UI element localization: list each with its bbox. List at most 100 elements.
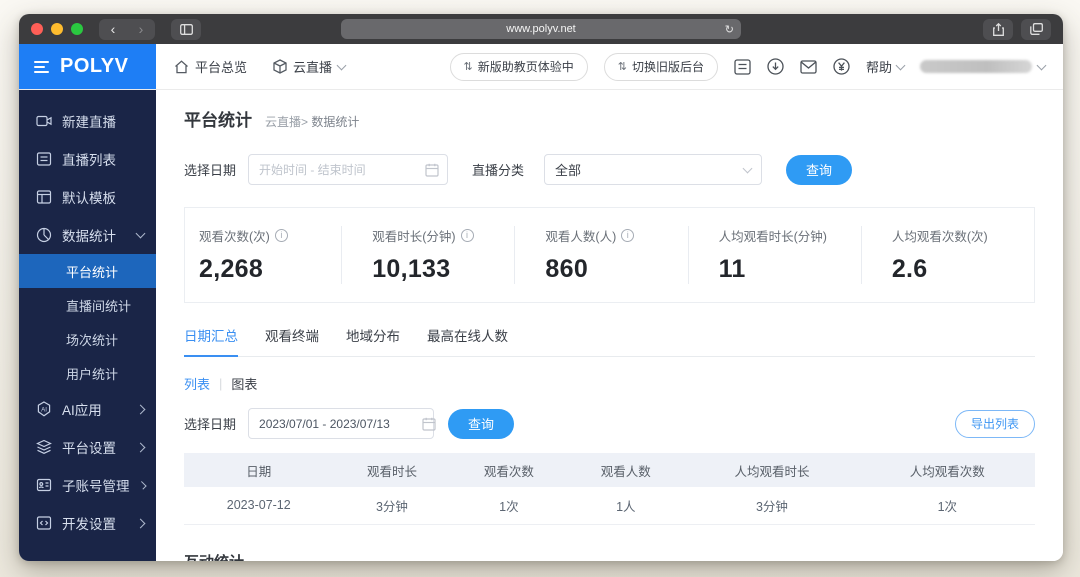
- close-window-button[interactable]: [31, 23, 43, 35]
- billing-icon[interactable]: [833, 58, 850, 75]
- zoom-window-button[interactable]: [71, 23, 83, 35]
- help-menu[interactable]: 帮助: [866, 57, 906, 76]
- share-button[interactable]: [983, 18, 1013, 40]
- toggle-chart-view[interactable]: 图表: [231, 374, 257, 393]
- video-camera-icon: [36, 115, 52, 127]
- sidebar-label: 平台设置: [62, 441, 116, 456]
- chevron-right-icon: [135, 442, 146, 452]
- stats-summary-card: 观看次数(次) i 2,268 观看时长(分钟) i 10,133 观看人数(人) i…: [184, 207, 1035, 303]
- account-name-masked: [920, 60, 1032, 73]
- code-icon: [36, 516, 52, 530]
- date-summary-table: 日期 观看时长 观看次数 观看人数 人均观看时长 人均观看次数 2023-07-…: [184, 453, 1035, 525]
- notice-icon[interactable]: [734, 58, 751, 75]
- sidebar-item-live-list[interactable]: 直播列表: [19, 140, 156, 178]
- sidebar-toggle-button[interactable]: [171, 18, 201, 40]
- chevron-down-icon: [1036, 60, 1047, 70]
- download-icon[interactable]: [767, 58, 784, 75]
- th-view-duration: 观看时长: [333, 453, 451, 487]
- forward-button[interactable]: ›: [127, 19, 155, 40]
- sidebar-item-new-live[interactable]: 新建直播: [19, 102, 156, 140]
- tab-peak-online[interactable]: 最高在线人数: [427, 325, 508, 356]
- sidebar-subitem-session-statistics[interactable]: 场次统计: [19, 322, 156, 356]
- query-button[interactable]: 查询: [786, 154, 853, 185]
- pill-label: 切换旧版后台: [631, 60, 704, 74]
- sidebar-sublabel: 场次统计: [66, 332, 119, 348]
- sidebar-item-platform-settings[interactable]: 平台设置: [19, 428, 156, 466]
- date-range2-field: [248, 408, 436, 439]
- tab-region-distribution[interactable]: 地域分布: [346, 325, 400, 356]
- tabs-icon: [1029, 23, 1043, 35]
- top-nav: 平台总览 云直播 ⇅ 新版助教页体验中 ⇅ 切换旧版后台 帮助: [156, 44, 1063, 89]
- tab-view-terminal[interactable]: 观看终端: [265, 325, 319, 356]
- category-value: 全部: [555, 163, 582, 178]
- chevron-down-icon: [742, 163, 753, 173]
- th-avg-views: 人均观看次数: [859, 453, 1035, 487]
- back-button[interactable]: ‹: [99, 19, 127, 40]
- sidebar: 新建直播 直播列表 默认模板 数据统计 平台统计 直播间统计 场次统计 用户统计…: [19, 90, 156, 561]
- sidebar-subitem-user-statistics[interactable]: 用户统计: [19, 356, 156, 390]
- account-menu[interactable]: [920, 60, 1047, 73]
- app-header: POLYV 平台总览 云直播 ⇅ 新版助教页体验中 ⇅ 切换旧版后台 帮助: [19, 44, 1063, 90]
- breadcrumb-parent[interactable]: 云直播: [265, 115, 301, 129]
- export-list-button[interactable]: 导出列表: [954, 409, 1035, 438]
- home-icon: [175, 59, 188, 73]
- desktop-background: ‹ › www.polyv.net ↻ POLYV 平台总览 云直播 ⇅ 新版助…: [0, 0, 1080, 577]
- stat-value: 2,268: [199, 255, 264, 283]
- stat-value: 11: [718, 255, 746, 283]
- date-range-input[interactable]: [249, 155, 426, 184]
- sidebar-sublabel: 用户统计: [66, 366, 119, 382]
- date-range2-input[interactable]: [249, 409, 423, 438]
- menu-collapse-icon[interactable]: [34, 60, 49, 73]
- query2-button[interactable]: 查询: [448, 408, 515, 439]
- address-bar[interactable]: www.polyv.net ↻: [341, 19, 741, 39]
- table-filter-row: 选择日期 查询 导出列表: [184, 408, 1035, 439]
- sidebar-item-developer-settings[interactable]: 开发设置: [19, 504, 156, 542]
- chevron-right-icon: [135, 518, 146, 528]
- sidebar-item-ai-apps[interactable]: AI AI应用: [19, 390, 156, 428]
- category-filter-label: 直播分类: [472, 163, 525, 178]
- sidebar-subitem-room-statistics[interactable]: 直播间统计: [19, 288, 156, 322]
- sidebar-label: 数据统计: [62, 229, 116, 244]
- sidebar-subitem-platform-statistics[interactable]: 平台统计: [19, 254, 156, 288]
- info-icon[interactable]: i: [274, 229, 288, 242]
- stat-value: 860: [545, 255, 589, 283]
- sidebar-label: 开发设置: [62, 517, 116, 532]
- reload-icon[interactable]: ↻: [725, 23, 734, 36]
- sidebar-item-default-template[interactable]: 默认模板: [19, 178, 156, 216]
- list-icon: [36, 152, 52, 166]
- toggle-list-view[interactable]: 列表: [184, 374, 210, 393]
- category-select[interactable]: 全部: [544, 154, 763, 185]
- th-avg-duration: 人均观看时长: [684, 453, 860, 487]
- stat-label: 人均观看次数(次): [891, 230, 988, 244]
- sidebar-item-data-statistics[interactable]: 数据统计: [19, 216, 156, 254]
- tab-date-summary[interactable]: 日期汇总: [184, 325, 238, 357]
- chevron-down-icon: [336, 60, 347, 70]
- stat-view-count: 观看次数(次) i 2,268: [185, 226, 341, 284]
- sidebar-item-subaccount-management[interactable]: 子账号管理: [19, 466, 156, 504]
- chevron-right-icon: [137, 480, 146, 490]
- sidebar-label: 默认模板: [62, 191, 116, 206]
- table-header-row: 日期 观看时长 观看次数 观看人数 人均观看时长 人均观看次数: [184, 453, 1035, 487]
- minimize-window-button[interactable]: [51, 23, 63, 35]
- info-icon[interactable]: i: [621, 229, 635, 242]
- switch-old-console-button[interactable]: ⇅ 切换旧版后台: [603, 52, 718, 81]
- new-assistant-page-button[interactable]: ⇅ 新版助教页体验中: [449, 52, 588, 81]
- nav-platform-overview[interactable]: 平台总览: [174, 57, 247, 76]
- swap-arrows-icon: ⇅: [617, 61, 627, 73]
- stat-label: 观看次数(次): [199, 230, 270, 244]
- stat-view-duration: 观看时长(分钟) i 10,133: [341, 226, 514, 284]
- nav-cloud-live[interactable]: 云直播: [273, 57, 347, 76]
- mail-icon[interactable]: [800, 59, 817, 74]
- tab-overview-button[interactable]: [1021, 18, 1051, 40]
- stat-value: 2.6: [891, 255, 928, 283]
- main-content: 平台统计 云直播> 数据统计 选择日期 直播分类 全部: [156, 90, 1063, 561]
- cube-icon: [273, 59, 287, 74]
- info-icon[interactable]: i: [460, 229, 474, 242]
- stat-label: 人均观看时长(分钟): [718, 230, 827, 244]
- stat-label: 观看时长(分钟): [372, 230, 456, 244]
- breadcrumb-current: 数据统计: [311, 115, 360, 129]
- cell-view-count: 1次: [450, 487, 568, 525]
- svg-text:AI: AI: [41, 406, 47, 413]
- sidebar-label: 直播列表: [62, 153, 116, 168]
- chevron-down-icon: [895, 60, 906, 70]
